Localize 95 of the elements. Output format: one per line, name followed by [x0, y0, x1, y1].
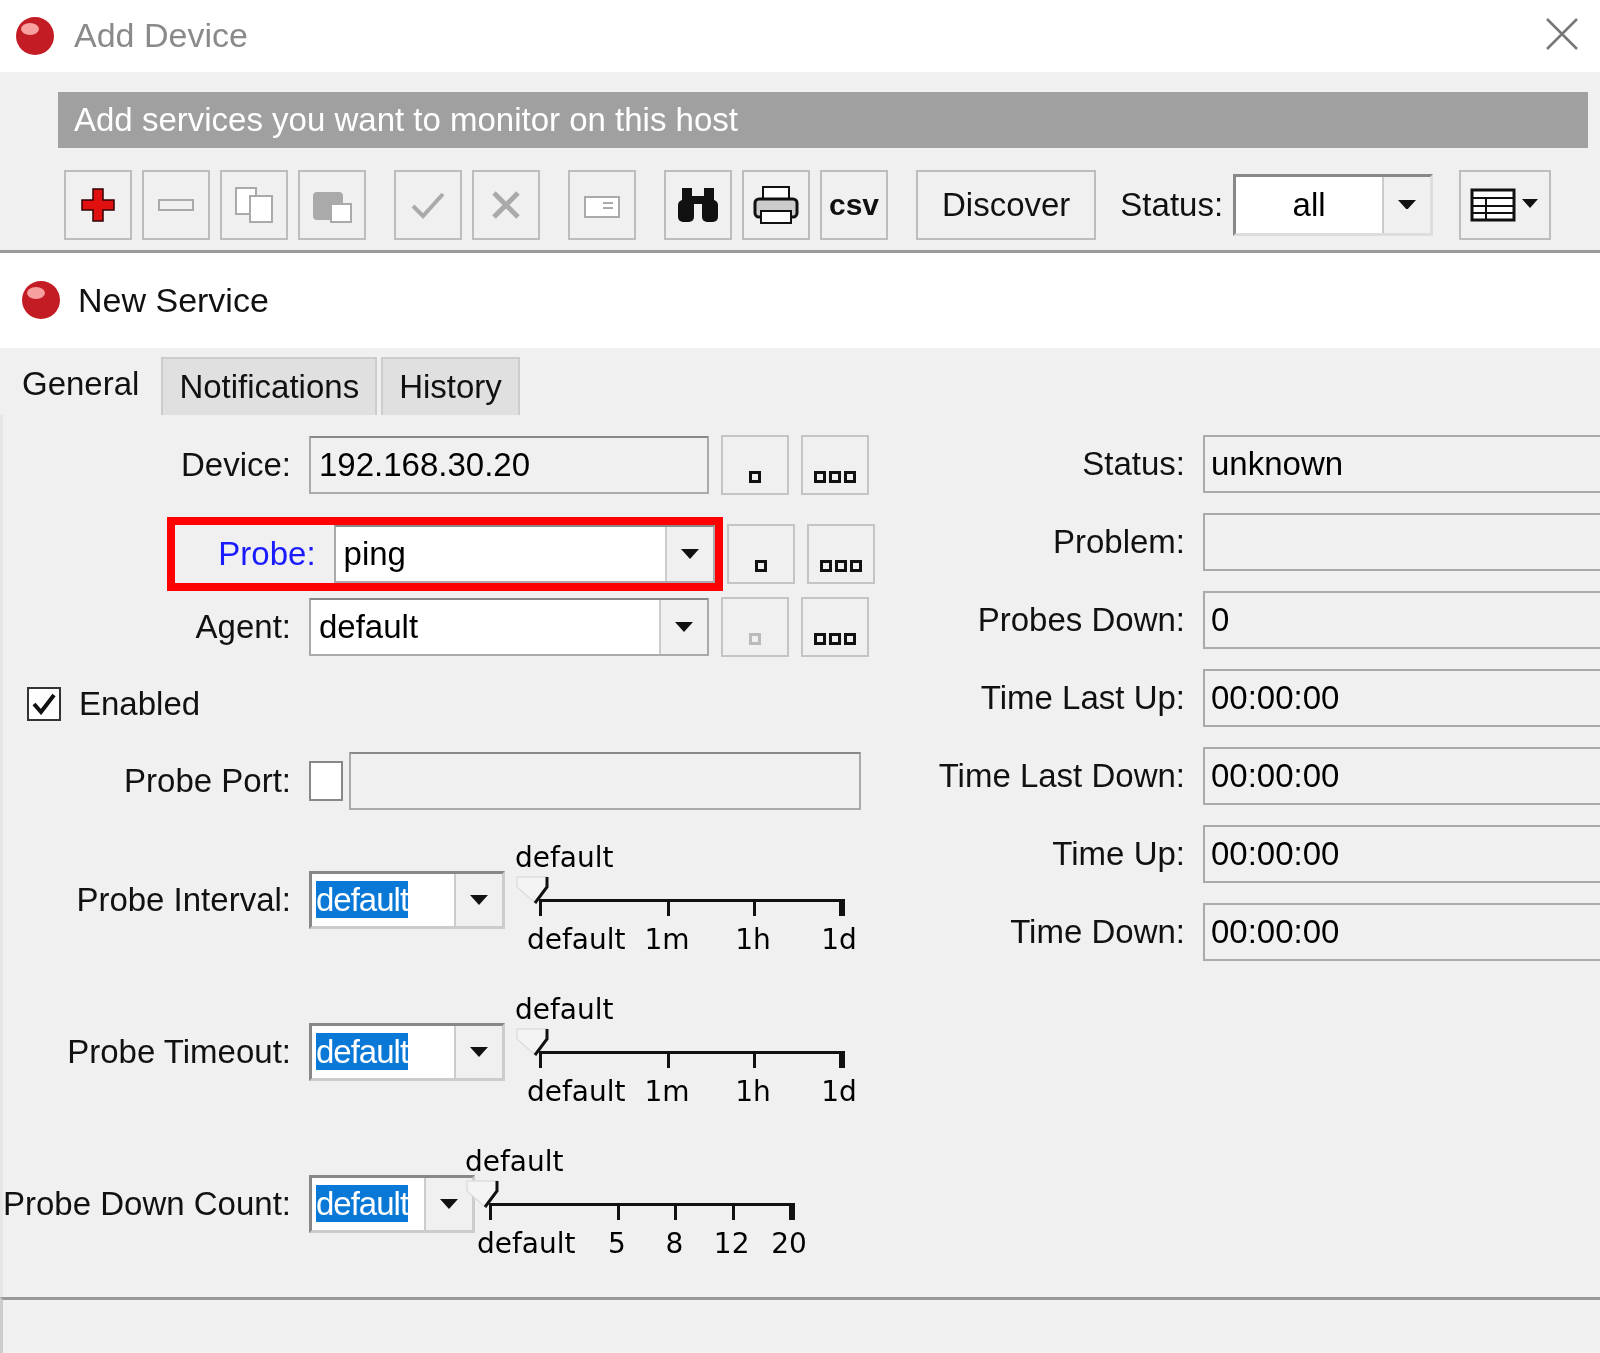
logo-icon: [20, 279, 62, 322]
slider-value: default: [515, 841, 614, 875]
more-button[interactable]: [807, 524, 875, 585]
tick-label: 1h: [735, 923, 771, 957]
more-button[interactable]: [801, 597, 869, 658]
input-field[interactable]: [349, 752, 861, 811]
dropdown-field[interactable]: default: [309, 1175, 475, 1234]
value-field: 00:00:00: [1203, 669, 1600, 728]
dropdown-button[interactable]: [665, 527, 713, 582]
value-field: 00:00:00: [1203, 903, 1600, 962]
square-icon: [749, 471, 761, 484]
field-label: Time Last Down:: [937, 757, 1186, 796]
caret-icon: [681, 549, 699, 560]
value-field: 00:00:00: [1203, 825, 1600, 884]
field-label: Probe Down Count:: [3, 1185, 292, 1224]
tick-label: 1d: [821, 1075, 857, 1109]
table-icon: [1470, 186, 1541, 223]
export-button[interactable]: csv: [820, 169, 888, 240]
field-label: Probe Interval:: [75, 881, 292, 920]
field-label: Problem:: [1051, 523, 1186, 562]
slider-value: default: [515, 993, 614, 1027]
printer-icon: [753, 184, 799, 225]
checkbox[interactable]: [27, 687, 61, 722]
dropdown-button[interactable]: [1382, 176, 1431, 233]
checkbox-label: Enabled: [79, 685, 201, 724]
tab[interactable]: Notifications: [161, 357, 378, 416]
field-label: Time Down:: [1009, 913, 1186, 952]
field-label: Time Last Up:: [979, 679, 1186, 718]
dots-icon: [814, 633, 856, 646]
slider-thumb[interactable]: [515, 1027, 549, 1058]
input-field[interactable]: 192.168.30.20: [309, 436, 709, 495]
plus-icon: [80, 186, 116, 223]
dropdown-field[interactable]: ping: [333, 525, 715, 584]
tick-label: default: [527, 923, 626, 957]
dropdown-field[interactable]: default: [309, 1023, 505, 1082]
field-label: Device:: [179, 446, 292, 485]
caret-icon: [440, 1199, 458, 1210]
dots-icon: [820, 560, 862, 573]
caret-icon: [470, 1047, 488, 1058]
toolbar-button[interactable]: [742, 169, 810, 240]
dropdown-field[interactable]: default: [309, 871, 505, 930]
caret-icon: [1398, 199, 1417, 210]
toolbar-button[interactable]: [64, 169, 132, 240]
cross-icon: [490, 188, 522, 221]
tick-label: 12: [713, 1227, 750, 1261]
field-label: Probes Down:: [976, 601, 1186, 640]
caret-icon: [470, 895, 488, 906]
checkbox[interactable]: [309, 761, 343, 802]
panel-title: New Service: [78, 280, 269, 320]
tick-label: 1h: [735, 1075, 771, 1109]
dots-icon: [814, 471, 856, 484]
tick-label: 8: [665, 1227, 684, 1261]
value-field: 0: [1203, 591, 1600, 650]
caret-icon: [675, 622, 693, 633]
status-label: Status:: [1120, 185, 1224, 224]
toolbar-button[interactable]: [664, 169, 732, 240]
tick-label: default: [527, 1075, 626, 1109]
field-link[interactable]: Probe:: [195, 535, 334, 574]
binoculars-icon: [676, 185, 720, 224]
tick-label: default: [477, 1227, 576, 1261]
field-label: Agent:: [194, 608, 292, 647]
dropdown-button[interactable]: [454, 874, 502, 927]
select-button[interactable]: [727, 524, 795, 585]
tick-label: 20: [771, 1227, 807, 1261]
tick-label: 1m: [644, 1075, 690, 1109]
value-field: unknown: [1203, 435, 1600, 494]
dropdown-field[interactable]: default: [309, 598, 709, 657]
tab[interactable]: History: [381, 357, 520, 416]
checkmark-icon: [32, 693, 56, 716]
minus-icon: [158, 198, 194, 211]
close-icon: [1545, 17, 1579, 52]
slider-thumb[interactable]: [465, 1179, 499, 1210]
tick-label: 1m: [644, 923, 690, 957]
window-title: Add Device: [74, 16, 249, 56]
banner: Add services you want to monitor on this host: [58, 91, 1588, 148]
dropdown-button[interactable]: [454, 1026, 502, 1079]
discover-button[interactable]: Discover: [916, 169, 1097, 240]
field-label: Probe Port:: [123, 762, 292, 801]
field-label: Time Up:: [1051, 835, 1186, 874]
dropdown-button[interactable]: [659, 600, 707, 655]
select-button[interactable]: [721, 435, 789, 496]
square-icon: [749, 633, 761, 646]
copy-icon: [234, 185, 274, 224]
field-label: Status:: [1081, 445, 1186, 484]
status-dropdown[interactable]: all: [1233, 173, 1434, 236]
field-label: Probe Timeout:: [66, 1033, 292, 1072]
more-button[interactable]: [801, 435, 869, 496]
tick-label: 1d: [821, 923, 857, 957]
slider-thumb[interactable]: [515, 875, 549, 906]
logo-icon: [14, 14, 56, 57]
square-icon: [755, 560, 767, 573]
tick-label: 5: [608, 1227, 626, 1261]
dropdown-button[interactable]: [424, 1178, 472, 1231]
columns-button[interactable]: [1459, 169, 1552, 240]
value-field: 00:00:00: [1203, 747, 1600, 806]
